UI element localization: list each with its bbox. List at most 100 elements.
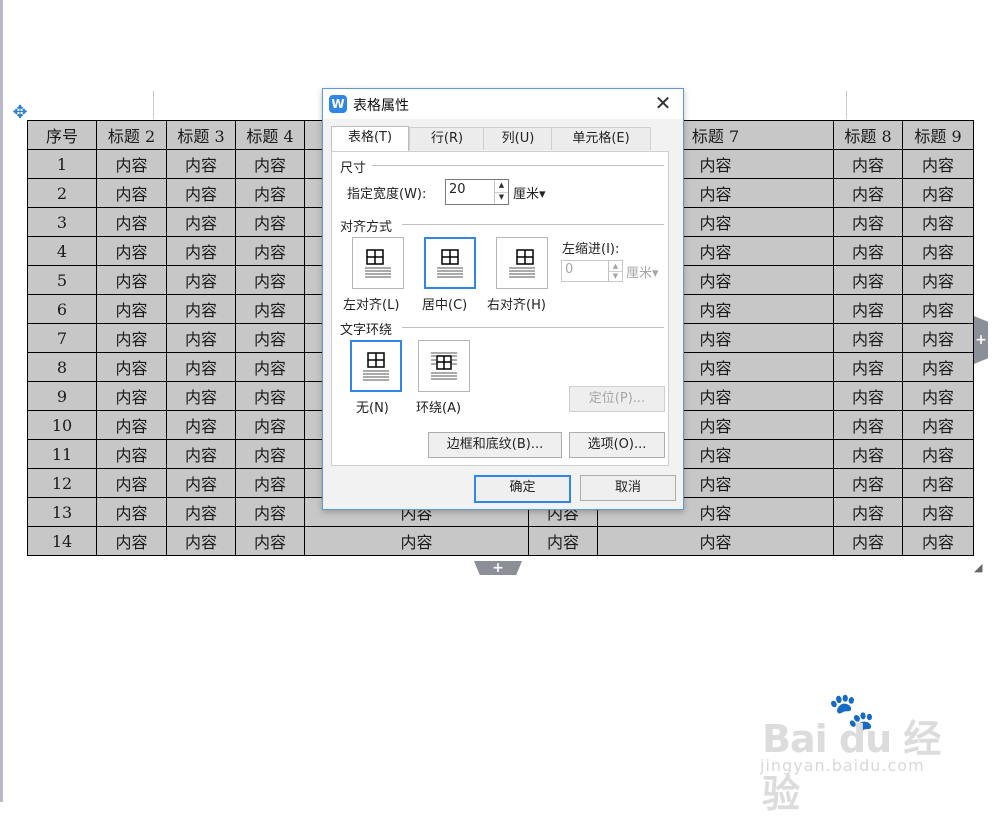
table-cell[interactable]: 内容: [902, 178, 974, 208]
table-cell[interactable]: 4: [27, 236, 97, 266]
table-cell[interactable]: 内容: [235, 381, 305, 411]
table-cell[interactable]: 内容: [166, 149, 236, 179]
table-cell[interactable]: 10: [27, 410, 97, 440]
align-right-option[interactable]: [496, 237, 548, 289]
table-cell[interactable]: 1: [27, 149, 97, 179]
width-unit-dropdown[interactable]: 厘米▾: [513, 183, 546, 202]
table-cell[interactable]: 3: [27, 207, 97, 237]
table-cell[interactable]: 内容: [833, 410, 903, 440]
table-cell[interactable]: 内容: [166, 439, 236, 469]
table-cell[interactable]: 内容: [166, 236, 236, 266]
table-cell[interactable]: 内容: [528, 526, 598, 556]
table-cell[interactable]: 内容: [902, 207, 974, 237]
table-cell[interactable]: 内容: [96, 468, 167, 498]
table-cell[interactable]: 内容: [166, 207, 236, 237]
table-cell[interactable]: 内容: [235, 439, 305, 469]
dialog-titlebar[interactable]: W 表格属性 ✕: [323, 89, 683, 119]
table-cell[interactable]: 内容: [96, 265, 167, 295]
table-cell[interactable]: 内容: [902, 439, 974, 469]
table-cell[interactable]: 12: [27, 468, 97, 498]
table-header-cell[interactable]: 标题 8: [833, 120, 903, 150]
table-cell[interactable]: 11: [27, 439, 97, 469]
table-cell[interactable]: 内容: [96, 178, 167, 208]
table-cell[interactable]: 内容: [96, 149, 167, 179]
tab-cell[interactable]: 单元格(E): [551, 127, 651, 150]
table-cell[interactable]: 内容: [902, 149, 974, 179]
table-cell[interactable]: 内容: [902, 236, 974, 266]
borders-shading-button[interactable]: 边框和底纹(B)...: [428, 432, 562, 458]
ok-button[interactable]: 确定: [474, 475, 571, 503]
table-cell[interactable]: 内容: [833, 381, 903, 411]
table-cell[interactable]: 内容: [96, 497, 167, 527]
table-cell[interactable]: 内容: [235, 468, 305, 498]
table-cell[interactable]: 内容: [235, 265, 305, 295]
table-cell[interactable]: 内容: [166, 497, 236, 527]
table-cell[interactable]: 内容: [96, 410, 167, 440]
table-cell[interactable]: 8: [27, 352, 97, 382]
table-cell[interactable]: 内容: [235, 497, 305, 527]
table-cell[interactable]: 内容: [833, 526, 903, 556]
table-cell[interactable]: 内容: [833, 294, 903, 324]
table-cell[interactable]: 内容: [235, 294, 305, 324]
table-cell[interactable]: 内容: [235, 207, 305, 237]
options-button[interactable]: 选项(O)...: [569, 432, 665, 458]
table-cell[interactable]: 内容: [235, 352, 305, 382]
tab-column[interactable]: 列(U): [483, 127, 553, 150]
table-cell[interactable]: 2: [27, 178, 97, 208]
add-row-button[interactable]: +: [474, 561, 522, 575]
table-header-cell[interactable]: 标题 9: [902, 120, 974, 150]
table-cell[interactable]: 13: [27, 497, 97, 527]
table-cell[interactable]: 内容: [902, 381, 974, 411]
table-cell[interactable]: 内容: [166, 526, 236, 556]
table-cell[interactable]: 内容: [166, 294, 236, 324]
table-cell[interactable]: 内容: [597, 526, 834, 556]
table-cell[interactable]: 内容: [833, 468, 903, 498]
table-cell[interactable]: 内容: [235, 236, 305, 266]
table-cell[interactable]: 内容: [902, 497, 974, 527]
table-cell[interactable]: 内容: [833, 265, 903, 295]
table-header-cell[interactable]: 标题 4: [235, 120, 305, 150]
table-cell[interactable]: 内容: [833, 497, 903, 527]
table-cell[interactable]: 内容: [833, 207, 903, 237]
table-cell[interactable]: 内容: [235, 323, 305, 353]
table-cell[interactable]: 内容: [166, 178, 236, 208]
table-cell[interactable]: 内容: [96, 207, 167, 237]
close-icon[interactable]: ✕: [651, 91, 675, 115]
table-cell[interactable]: 内容: [833, 149, 903, 179]
table-cell[interactable]: 内容: [902, 323, 974, 353]
width-input[interactable]: 20 ▲ ▼: [445, 179, 509, 205]
table-cell[interactable]: 内容: [96, 526, 167, 556]
wrap-around-option[interactable]: [418, 340, 470, 392]
table-cell[interactable]: 内容: [235, 410, 305, 440]
table-cell[interactable]: 7: [27, 323, 97, 353]
wrap-none-option[interactable]: [350, 340, 402, 392]
table-cell[interactable]: 内容: [166, 468, 236, 498]
tab-row[interactable]: 行(R): [409, 127, 485, 150]
table-cell[interactable]: 内容: [235, 149, 305, 179]
table-cell[interactable]: 内容: [833, 352, 903, 382]
table-cell[interactable]: 内容: [902, 468, 974, 498]
tab-table[interactable]: 表格(T): [331, 126, 409, 151]
table-header-cell[interactable]: 序号: [27, 120, 97, 150]
align-left-option[interactable]: [352, 237, 404, 289]
table-cell[interactable]: 5: [27, 265, 97, 295]
table-cell[interactable]: 内容: [304, 526, 529, 556]
table-cell[interactable]: 内容: [902, 352, 974, 382]
table-cell[interactable]: 内容: [166, 381, 236, 411]
table-cell[interactable]: 内容: [902, 410, 974, 440]
align-center-option[interactable]: [424, 237, 476, 289]
table-cell[interactable]: 内容: [166, 265, 236, 295]
table-cell[interactable]: 内容: [96, 381, 167, 411]
table-cell[interactable]: 内容: [96, 439, 167, 469]
table-resize-handle[interactable]: ◢: [974, 562, 986, 574]
table-cell[interactable]: 6: [27, 294, 97, 324]
table-cell[interactable]: 内容: [166, 323, 236, 353]
table-cell[interactable]: 内容: [96, 236, 167, 266]
table-header-cell[interactable]: 标题 3: [166, 120, 236, 150]
table-cell[interactable]: 内容: [96, 294, 167, 324]
table-cell[interactable]: 内容: [235, 526, 305, 556]
table-cell[interactable]: 内容: [902, 265, 974, 295]
table-cell[interactable]: 内容: [166, 410, 236, 440]
table-cell[interactable]: 内容: [166, 352, 236, 382]
table-cell[interactable]: 内容: [833, 323, 903, 353]
